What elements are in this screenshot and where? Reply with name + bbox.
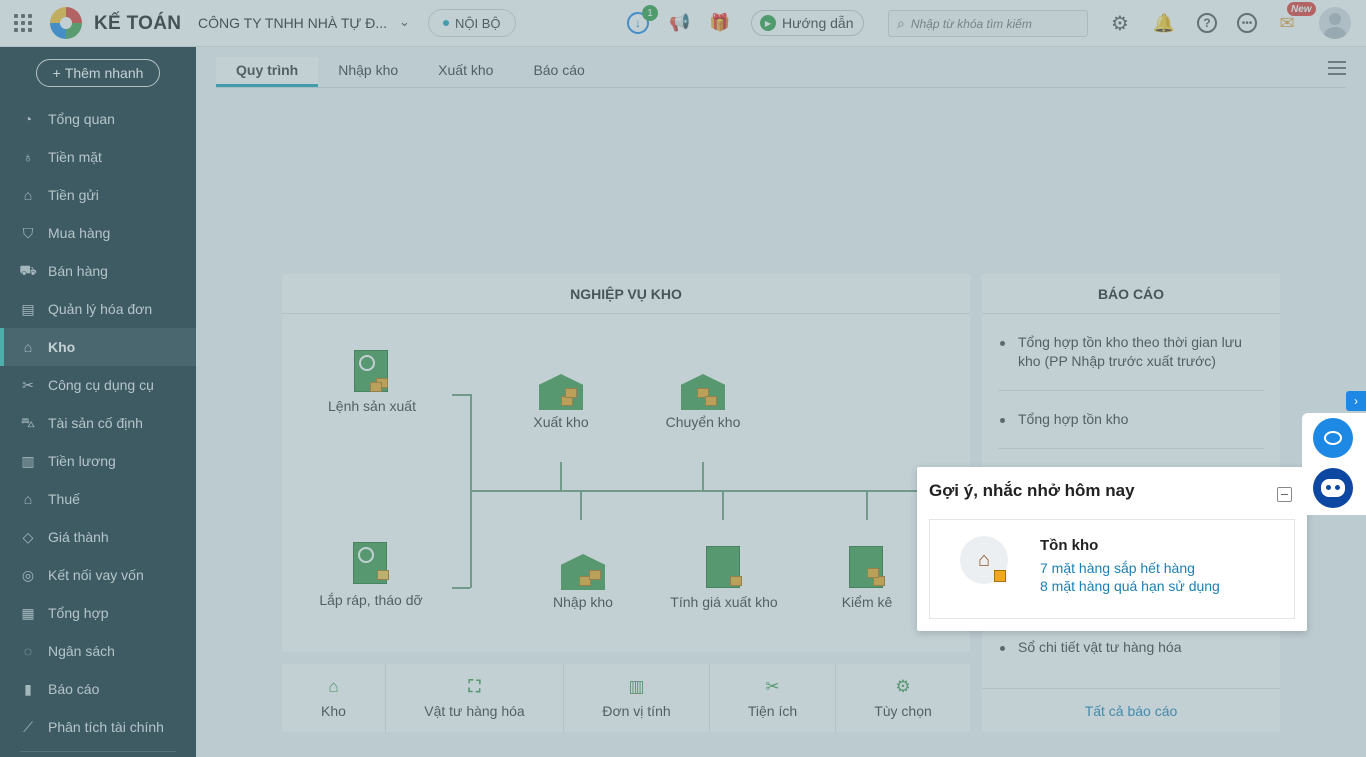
box-icon	[994, 570, 1006, 582]
modal-overlay[interactable]	[0, 0, 1366, 757]
stock-reminder-card: ⌂ Tồn kho 7 mặt hàng sắp hết hàng 8 mặt …	[929, 519, 1295, 619]
collapse-icon[interactable]	[1277, 487, 1292, 502]
stock-title: Tồn kho	[1040, 537, 1099, 554]
chat-bubble-icon	[1324, 431, 1342, 445]
suggestion-title: Gợi ý, nhắc nhở hôm nay	[929, 481, 1135, 500]
chat-support-button[interactable]	[1313, 418, 1353, 458]
ai-assistant-button[interactable]	[1313, 468, 1353, 508]
low-stock-link[interactable]: 7 mặt hàng sắp hết hàng	[1040, 560, 1195, 576]
expired-items-link[interactable]: 8 mặt hàng quá hạn sử dụng	[1040, 578, 1220, 594]
robot-icon	[1321, 479, 1345, 497]
chevron-right-icon[interactable]: ›	[1346, 391, 1366, 411]
support-dock	[1302, 413, 1366, 515]
suggestion-popup: Gợi ý, nhắc nhở hôm nay ⌂ Tồn kho 7 mặt …	[917, 467, 1307, 631]
